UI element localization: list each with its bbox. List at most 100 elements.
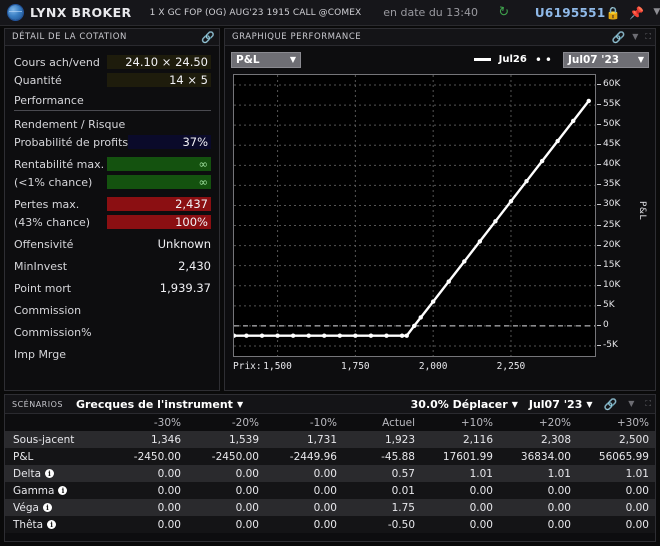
expand-icon[interactable]: ⛶ (645, 400, 651, 408)
chevron-down-icon[interactable]: ▼ (653, 8, 660, 17)
chevron-down-icon[interactable]: ▼ (632, 33, 638, 41)
table-cell: 0.00 (235, 467, 259, 480)
table-cell: 0.00 (547, 501, 571, 514)
table-row: Gamma i 0.00 0.00 0.00 0.01 0.00 0.00 0.00 (5, 482, 655, 499)
x-tick-label: 2,250 (496, 361, 526, 372)
quote-row-breakeven: Point mort 1,939.37 (14, 279, 211, 297)
x-tick-label: 2,000 (418, 361, 448, 372)
lock-icon[interactable]: 🔒 (605, 7, 620, 19)
link-icon[interactable]: 🔗 (612, 32, 626, 43)
move-select[interactable]: 30.0% Déplacer ▼ (411, 398, 518, 411)
quote-row-max-profit: Rentabilité max. ∞ (14, 155, 211, 173)
scenarios-date-select[interactable]: Jul07 '23 ▼ (529, 398, 593, 411)
table-cell: 17601.99 (442, 450, 493, 463)
table-cell: 0.00 (313, 501, 337, 514)
info-icon[interactable]: i (58, 486, 68, 495)
pin-icon[interactable]: 📌 (629, 7, 644, 19)
table-cell: 0.00 (469, 518, 493, 531)
row-label: Véga i (5, 499, 109, 516)
table-cell: 0.00 (157, 484, 181, 497)
y-tick-label: 15K (603, 259, 621, 270)
table-cell: 0.00 (547, 518, 571, 531)
table-cell: -2449.96 (289, 450, 337, 463)
link-icon[interactable]: 🔗 (201, 32, 215, 43)
metric-select-value: P&L (236, 53, 260, 66)
link-icon[interactable]: 🔗 (604, 399, 618, 410)
quote-row-commission: Commission (14, 301, 211, 319)
quote-panel-header: Détail de la cotation 🔗 (5, 29, 219, 46)
quote-row-profit-probability: Probabilité de profits 37% (14, 133, 211, 151)
table-row: Thêta i 0.00 0.00 0.00 -0.50 0.00 0.00 0.00 (5, 516, 655, 533)
y-tick-mark (597, 344, 601, 346)
column-header: +20% (538, 416, 571, 429)
performance-chart-panel: Graphique performance 🔗 ▼ ⛶ P&L ▼ Jul26 … (224, 28, 656, 391)
y-tick-mark (597, 104, 601, 106)
scenarios-header: Scénarios Grecques de l'instrument ▼ 30.… (5, 395, 655, 414)
column-header: -10% (309, 416, 337, 429)
date-select[interactable]: Jul07 '23 ▼ (563, 51, 649, 68)
brand-title: LYNX BROKER (30, 5, 132, 20)
x-tick-label: 1,500 (263, 361, 292, 372)
quote-row-reward-risk: Rendement / Risque (14, 115, 211, 133)
expand-icon[interactable]: ⛶ (645, 33, 651, 41)
y-tick-label: 20K (603, 239, 621, 250)
as-of-time: en date du 13:40 (383, 6, 478, 19)
chevron-down-icon: ▼ (586, 399, 593, 409)
move-select-value: 30.0% Déplacer (410, 397, 508, 411)
table-cell: 0.00 (157, 518, 181, 531)
performance-section-label: Performance (14, 94, 84, 107)
date-select-value: Jul07 '23 (568, 53, 620, 66)
quote-label: Pertes max. (14, 197, 80, 211)
chart-panel-header: Graphique performance 🔗 ▼ ⛶ (225, 29, 655, 46)
greeks-select[interactable]: Grecques de l'instrument ▼ (76, 398, 243, 411)
chevron-down-icon[interactable]: ▼ (628, 400, 634, 408)
chevron-down-icon: ▼ (289, 55, 296, 64)
account-number[interactable]: U6195551 (535, 6, 606, 20)
quote-detail-panel: Détail de la cotation 🔗 Cours ach/vend 2… (4, 28, 220, 391)
quote-label: Rentabilité max. (14, 157, 105, 171)
table-cell: 36834.00 (520, 450, 571, 463)
y-tick-mark (597, 204, 601, 206)
quote-value: 24.10 × 24.50 (107, 55, 211, 69)
quote-row-max-profit-chance: (<1% chance) ∞ (14, 173, 211, 191)
chevron-down-icon: ▼ (511, 399, 518, 409)
table-cell: 1.01 (469, 467, 493, 480)
table-cell: 0.00 (313, 467, 337, 480)
quote-label: Probabilité de profits (14, 135, 129, 149)
table-cell: 0.01 (391, 484, 415, 497)
table-cell: 0.00 (313, 484, 337, 497)
table-cell: -2450.00 (211, 450, 259, 463)
info-icon[interactable]: i (45, 469, 55, 478)
quote-panel-header-icons: 🔗 (201, 32, 215, 43)
y-axis: P&L -5K 0 5K 10K 15K 20K 25K 30K 35K 40K 45K 50K 55K… (597, 73, 649, 358)
column-header: -20% (231, 416, 259, 429)
section-divider (14, 110, 211, 111)
info-icon[interactable]: i (47, 520, 57, 529)
quote-value: 14 × 5 (107, 73, 211, 87)
quote-row-bid-ask: Cours ach/vend 24.10 × 24.50 (14, 53, 211, 71)
table-header-row: -30% -20% -10% Actuel +10% +20% +30% (5, 414, 655, 431)
contract-description: 1 X GC FOP (OG) AUG'23 1915 CALL @COMEX (149, 7, 362, 18)
table-cell: 0.00 (235, 501, 259, 514)
metric-select[interactable]: P&L ▼ (231, 51, 301, 68)
greeks-select-value: Grecques de l'instrument (75, 397, 233, 411)
payoff-chart-svg (231, 75, 595, 356)
column-header (5, 414, 109, 431)
quote-label: Quantité (14, 73, 62, 87)
refresh-icon[interactable]: ↻ (497, 4, 511, 21)
row-label: P&L (13, 450, 34, 463)
lynx-globe-logo-icon (8, 5, 23, 20)
info-icon[interactable]: i (42, 503, 52, 512)
row-label: Delta i (5, 465, 109, 482)
chevron-down-icon: ▼ (637, 55, 644, 64)
y-tick-mark (597, 304, 601, 306)
y-tick-label: 5K (603, 299, 615, 310)
y-tick-label: 45K (603, 139, 621, 150)
column-header: -30% (153, 416, 181, 429)
y-tick-label: 60K (603, 79, 621, 90)
scenarios-tag: Scénarios (12, 399, 63, 409)
y-tick-mark (597, 84, 601, 86)
scenarios-panel: Scénarios Grecques de l'instrument ▼ 30.… (4, 394, 656, 542)
y-tick-label: 55K (603, 99, 621, 110)
scenarios-table: -30% -20% -10% Actuel +10% +20% +30% Sous-jace… (5, 414, 655, 533)
